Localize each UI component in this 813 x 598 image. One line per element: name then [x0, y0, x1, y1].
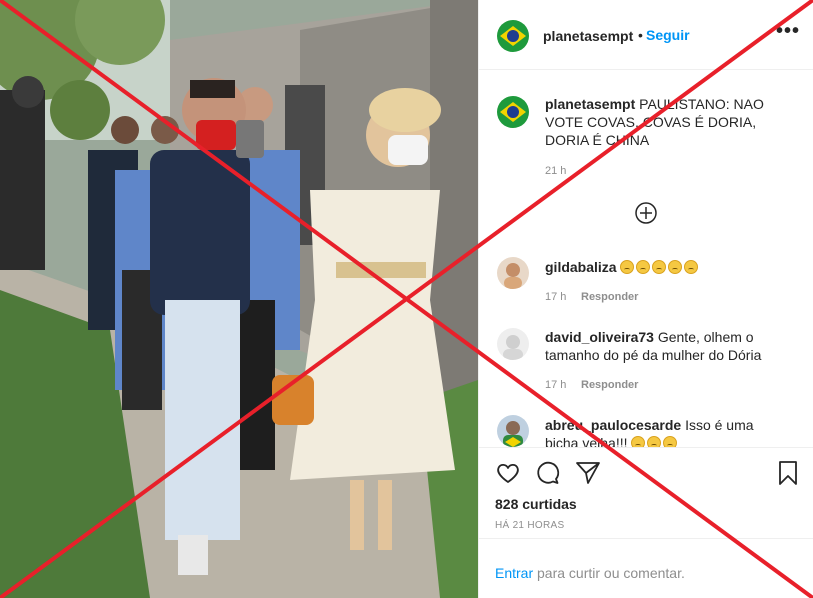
caption: planetasempt PAULISTANO: NAO VOTE COVAS,… — [545, 95, 790, 149]
follow-separator: • — [638, 27, 643, 43]
angry-emoji-icon — [620, 260, 635, 274]
more-icon[interactable]: ••• — [776, 21, 800, 41]
comment-emojis — [631, 435, 679, 447]
angry-emoji-icon — [652, 260, 667, 274]
post-actions: 828 curtidas HÁ 21 HORAS Entrar para cur… — [479, 447, 813, 597]
comment-username[interactable]: gildabaliza — [545, 259, 617, 275]
comment-avatar[interactable] — [497, 415, 529, 447]
angry-emoji-icon — [684, 260, 699, 274]
angry-emoji-icon — [636, 260, 651, 274]
login-link[interactable]: Entrar — [495, 565, 533, 581]
add-comments-icon[interactable] — [635, 202, 657, 224]
reply-button[interactable]: Responder — [581, 379, 638, 391]
comment-item: david_oliveira73 Gente, olhem o tamanho … — [545, 328, 785, 364]
post-sidebar: planetasempt • Seguir ••• planetasempt P… — [478, 0, 813, 598]
post-username[interactable]: planetasempt — [543, 28, 633, 44]
caption-time: 21 h — [545, 165, 567, 177]
reply-button[interactable]: Responder — [581, 291, 638, 303]
caption-username[interactable]: planetasempt — [545, 96, 635, 112]
face-emoji-icon — [631, 436, 646, 447]
follow-button[interactable]: Seguir — [646, 27, 690, 43]
post-timestamp: HÁ 21 HORAS — [495, 520, 565, 531]
caption-avatar[interactable] — [497, 96, 529, 128]
comment-emojis — [620, 259, 700, 275]
login-prompt: Entrar para curtir ou comentar. — [495, 565, 685, 581]
comment-username[interactable]: david_oliveira73 — [545, 329, 654, 345]
post-photo — [0, 0, 478, 598]
comment-avatar[interactable] — [497, 328, 529, 360]
comment-avatar[interactable] — [497, 257, 529, 289]
login-text: para curtir ou comentar. — [533, 565, 685, 581]
share-icon[interactable] — [575, 460, 601, 486]
angry-emoji-icon — [668, 260, 683, 274]
comment-item: abreu_paulocesarde Isso é uma bicha velh… — [545, 416, 785, 447]
login-bar: Entrar para curtir ou comentar. — [479, 538, 813, 598]
comment-icon[interactable] — [535, 460, 561, 486]
likes-count[interactable]: 828 curtidas — [495, 496, 577, 512]
face-emoji-icon — [647, 436, 662, 447]
face-emoji-icon — [663, 436, 678, 447]
heart-icon[interactable] — [495, 460, 521, 486]
comment-item: gildabaliza — [545, 258, 785, 276]
brazil-flag-avatar[interactable] — [497, 20, 529, 52]
post-header: planetasempt • Seguir ••• — [479, 0, 813, 70]
bookmark-icon[interactable] — [775, 460, 801, 486]
comment-time: 17 h — [545, 291, 567, 303]
comment-time: 17 h — [545, 379, 567, 391]
comment-username[interactable]: abreu_paulocesarde — [545, 417, 681, 433]
